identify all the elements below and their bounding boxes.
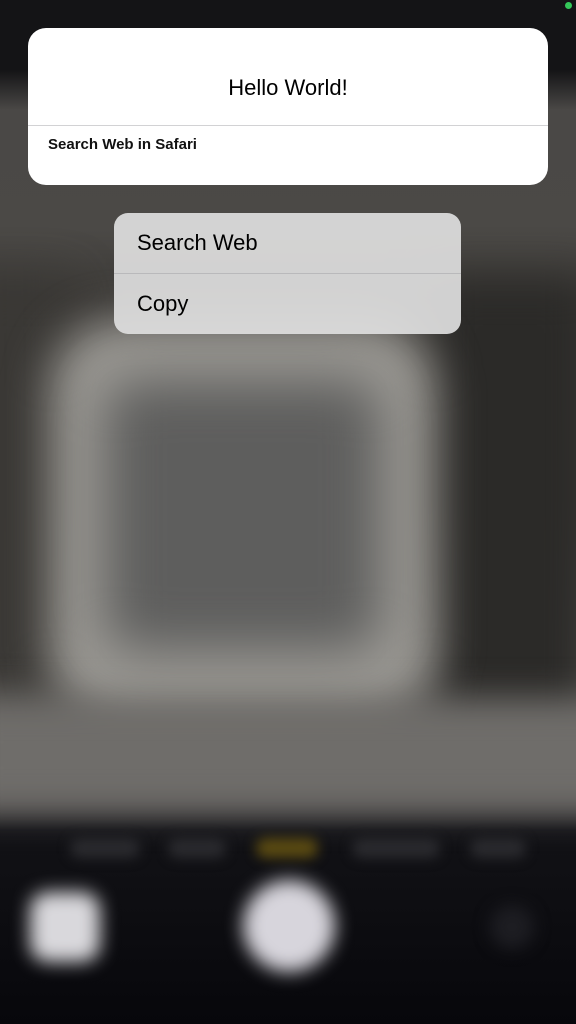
text-preview-card: Hello World! Search Web in Safari — [28, 28, 548, 185]
background-right-wall — [430, 280, 576, 720]
preview-title: Hello World! — [228, 75, 348, 100]
copy-menu-item[interactable]: Copy — [114, 274, 461, 334]
background-desk — [0, 700, 576, 810]
shutter-button-blurred — [243, 880, 335, 972]
camera-mode-label-blurred — [352, 838, 440, 858]
camera-mode-label-blurred — [168, 838, 226, 858]
recording-indicator-icon — [565, 2, 572, 9]
preview-divider — [28, 125, 548, 126]
camera-mode-label-blurred — [70, 838, 140, 858]
photo-thumbnail-blurred — [30, 892, 100, 962]
preview-caption: Search Web in Safari — [48, 136, 197, 153]
background-monitor-screen — [105, 380, 380, 650]
camera-flip-button-blurred — [490, 905, 534, 949]
action-menu: Search Web Copy — [114, 213, 461, 334]
camera-mode-label-blurred — [470, 838, 526, 858]
search-web-menu-item[interactable]: Search Web — [114, 213, 461, 273]
camera-mode-label-active-blurred — [256, 838, 318, 858]
